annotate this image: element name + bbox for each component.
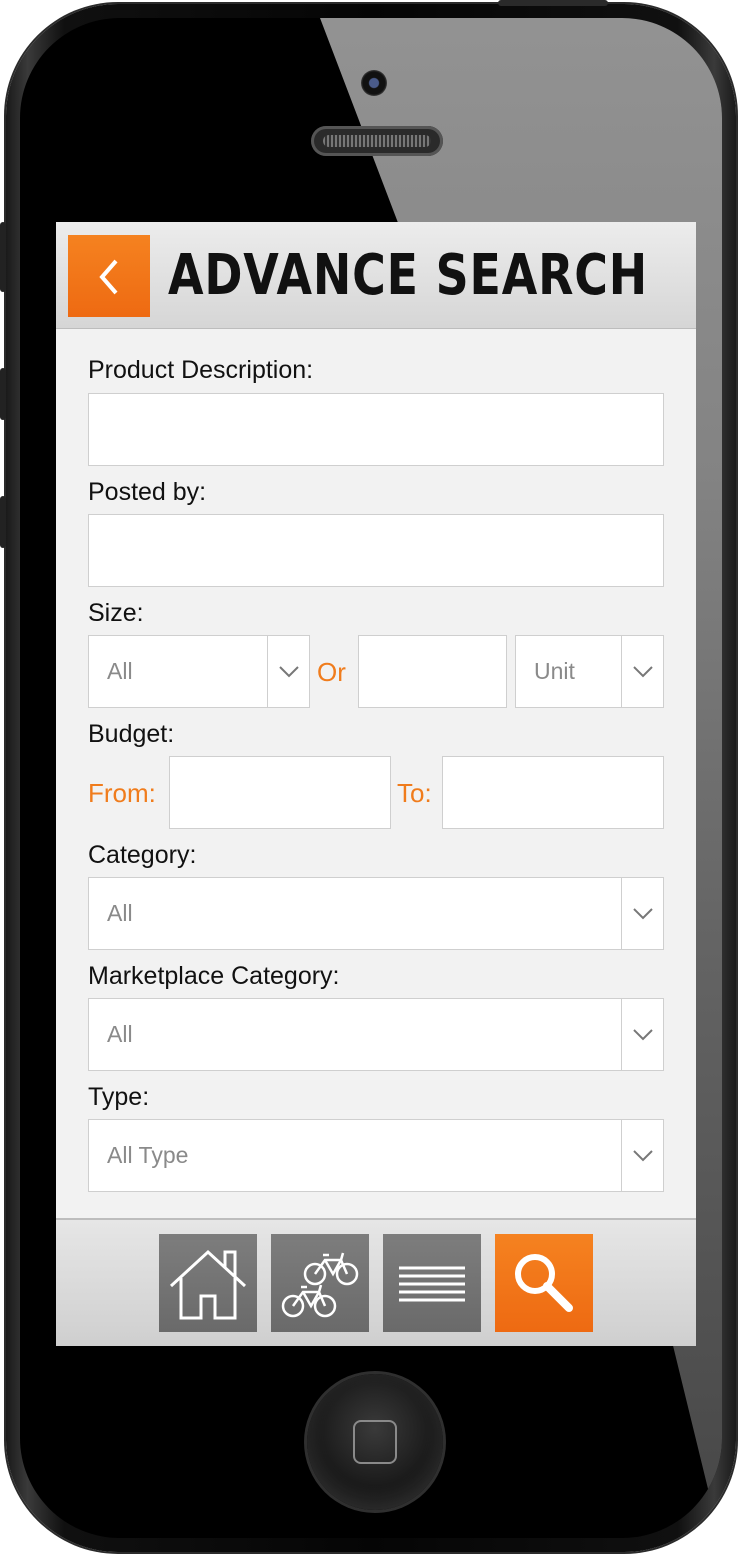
category-select[interactable]: All [88, 877, 664, 950]
page-title: ADVANCE SEARCH [168, 243, 649, 308]
search-icon [515, 1254, 573, 1312]
posted-by-label: Posted by: [88, 478, 207, 506]
tab-list[interactable] [383, 1234, 481, 1332]
bottom-tab-bar [56, 1218, 696, 1346]
marketplace-category-select-arrow [621, 999, 663, 1070]
home-button[interactable] [307, 1374, 443, 1510]
list-icon [399, 1266, 465, 1302]
size-unit-select[interactable]: Unit [515, 635, 664, 708]
size-custom-input[interactable] [358, 635, 507, 708]
chevron-down-icon [633, 908, 653, 920]
volume-up-button [0, 368, 6, 420]
header-bar: ADVANCE SEARCH [56, 222, 696, 329]
category-label: Category: [88, 841, 197, 869]
chevron-down-icon [633, 666, 653, 678]
size-or-text: Or [317, 657, 346, 687]
tab-bicycles[interactable] [271, 1234, 369, 1332]
type-label: Type: [88, 1083, 150, 1111]
home-icon [169, 1249, 247, 1320]
tab-home[interactable] [159, 1234, 257, 1332]
chevron-down-icon [633, 1029, 653, 1041]
type-select[interactable]: All Type [88, 1119, 664, 1192]
volume-down-button [0, 496, 6, 548]
budget-from-input[interactable] [169, 756, 391, 829]
category-select-arrow [621, 878, 663, 949]
mute-switch [0, 222, 6, 292]
marketplace-category-select-value: All [107, 1021, 133, 1047]
chevron-left-icon [99, 259, 118, 295]
app-screen: ADVANCE SEARCH Product Description: Post… [56, 222, 696, 1346]
bicycles-icon [281, 1252, 359, 1318]
tab-search[interactable] [495, 1234, 593, 1332]
product-description-input[interactable] [88, 393, 664, 466]
size-unit-select-arrow [621, 636, 663, 707]
chevron-down-icon [633, 1150, 653, 1162]
marketplace-category-label: Marketplace Category: [88, 962, 340, 990]
budget-to-label: To: [397, 778, 432, 808]
power-button [498, 0, 608, 6]
earpiece-speaker [311, 126, 443, 156]
type-select-arrow [621, 1120, 663, 1191]
size-unit-select-value: Unit [534, 658, 575, 684]
category-select-value: All [107, 900, 133, 926]
marketplace-category-select[interactable]: All [88, 998, 664, 1071]
size-select-arrow [267, 636, 309, 707]
size-label: Size: [88, 599, 144, 627]
front-camera [361, 70, 387, 96]
home-button-square-icon [353, 1420, 397, 1464]
size-select-value: All [107, 658, 133, 684]
budget-from-label: From: [88, 778, 156, 808]
posted-by-input[interactable] [88, 514, 664, 587]
type-select-value: All Type [107, 1142, 189, 1168]
budget-label: Budget: [88, 720, 175, 748]
size-select[interactable]: All [88, 635, 310, 708]
chevron-down-icon [279, 666, 299, 678]
budget-to-input[interactable] [442, 756, 664, 829]
product-description-label: Product Description: [88, 356, 314, 384]
back-button[interactable] [68, 235, 150, 317]
